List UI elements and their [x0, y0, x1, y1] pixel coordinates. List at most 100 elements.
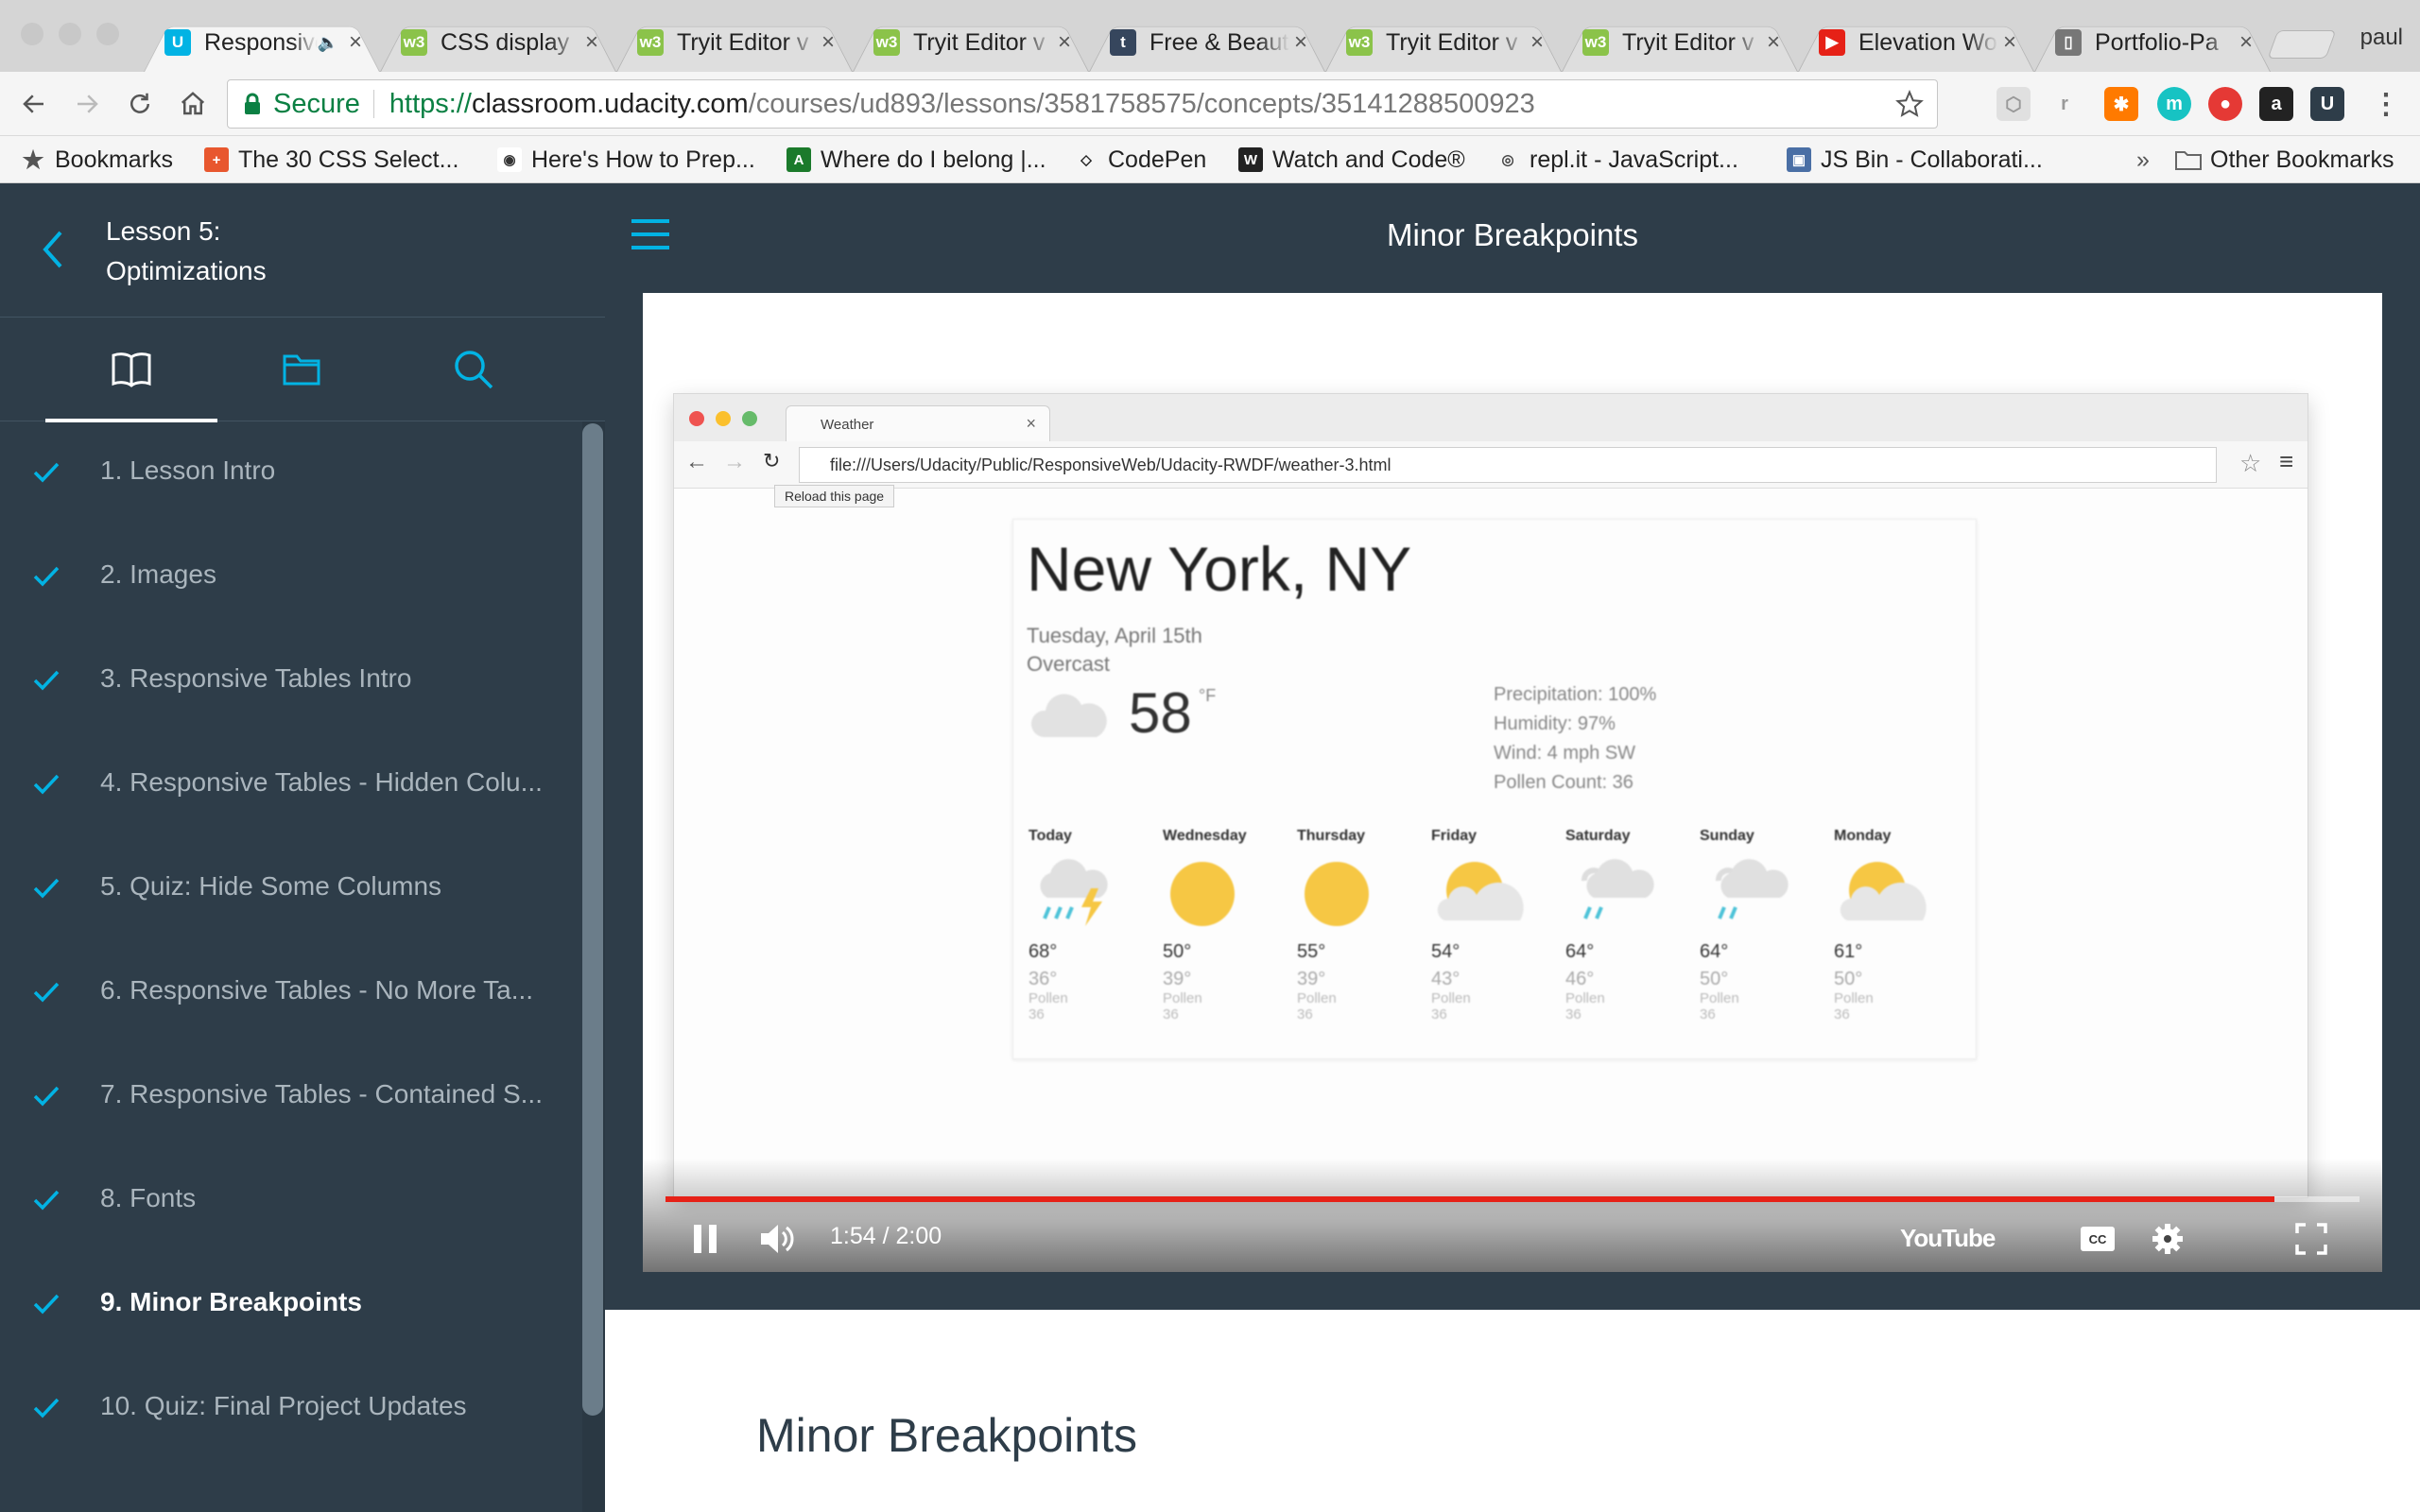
pause-button[interactable] — [686, 1215, 724, 1263]
browser-tab[interactable]: w3 Tryit Editor v × — [853, 13, 1089, 72]
video-progress-bar[interactable] — [666, 1196, 2360, 1202]
extension-r-icon[interactable]: r — [2048, 87, 2082, 121]
concept-item[interactable]: 4. Responsive Tables - Hidden Colu... — [0, 733, 582, 837]
forward-button[interactable] — [66, 83, 108, 125]
browser-tab[interactable]: w3 Tryit Editor v × — [616, 13, 853, 72]
bookmark-star-icon[interactable] — [1895, 90, 1924, 118]
reddit-icon: ◉ — [497, 147, 522, 172]
window-zoom-button[interactable] — [96, 23, 119, 45]
fullscreen-button[interactable] — [2288, 1215, 2335, 1263]
bookmark-item[interactable]: ◉ Here's How to Prep... — [497, 136, 755, 183]
close-icon[interactable]: × — [1289, 29, 1312, 56]
address-bar[interactable]: Secure https:// classroom.udacity.com /c… — [227, 79, 1938, 129]
close-icon[interactable]: × — [1762, 29, 1785, 56]
forecast-day-name: Friday — [1431, 828, 1478, 844]
video-yellow-dot — [716, 411, 731, 426]
concept-label: 5. Quiz: Hide Some Columns — [100, 871, 442, 901]
tab-title: Elevation Wo — [1858, 28, 1997, 56]
other-bookmarks-label: Other Bookmarks — [2210, 146, 2394, 173]
extension-udacity-icon[interactable]: U — [2310, 87, 2344, 121]
window-minimize-button[interactable] — [59, 23, 81, 45]
concept-item[interactable]: 1. Lesson Intro — [0, 421, 582, 525]
other-bookmarks-folder[interactable]: Other Bookmarks — [2174, 136, 2394, 183]
close-icon[interactable]: × — [580, 29, 603, 56]
extension-hex-icon[interactable]: ⬡ — [1996, 87, 2031, 121]
profile-name[interactable]: paul — [2360, 25, 2403, 51]
concept-item[interactable]: 2. Images — [0, 525, 582, 629]
sun-icon — [1170, 862, 1235, 926]
forecast-low: 39° — [1297, 969, 1326, 989]
volume-button[interactable] — [754, 1215, 802, 1263]
extension-hubspot-icon[interactable]: ✱ — [2104, 87, 2138, 121]
captions-button[interactable]: CC — [2074, 1215, 2121, 1263]
concept-item[interactable]: 10. Quiz: Final Project Updates — [0, 1357, 582, 1461]
concept-item[interactable]: 8. Fonts — [0, 1149, 582, 1253]
concept-item[interactable]: 6. Responsive Tables - No More Ta... — [0, 941, 582, 1045]
bookmark-item[interactable]: A Where do I belong |... — [786, 136, 1046, 183]
browser-tab[interactable]: ▯ Portfolio-Pa × — [2034, 13, 2271, 72]
browser-tab[interactable]: w3 CSS display × — [380, 13, 616, 72]
sidebar-scrollbar-thumb[interactable] — [582, 423, 603, 1416]
browser-tab[interactable]: U Responsive 🔈 × — [144, 13, 380, 72]
close-icon[interactable]: × — [2235, 29, 2257, 56]
reload-button[interactable] — [119, 83, 161, 125]
bookmarks-overflow-button[interactable]: » — [2136, 136, 2150, 183]
tumblr-icon: t — [1110, 29, 1136, 56]
forecast-pollen-value: 36 — [1163, 1006, 1179, 1022]
concept-item[interactable]: 3. Responsive Tables Intro — [0, 629, 582, 733]
forecast-icon-wrap — [1431, 854, 1545, 934]
forecast-day-name: Wednesday — [1163, 828, 1247, 844]
forecast-high: 64° — [1700, 941, 1729, 962]
concept-item[interactable]: 9. Minor Breakpoints — [0, 1253, 582, 1357]
tab-concepts[interactable] — [45, 318, 217, 422]
browser-tab[interactable]: w3 Tryit Editor v × — [1325, 13, 1562, 72]
browser-tab-strip: U Responsive 🔈 × w3 CSS display × w3 Tryit Edito… — [0, 0, 2420, 72]
forecast-low: 36° — [1028, 969, 1058, 989]
forecast-day: Friday 54° 43° Pollen 36 — [1431, 828, 1545, 1022]
video-player[interactable]: Weather × ← → ↻ file:///Users/Udacity/Pu… — [643, 293, 2382, 1272]
close-icon[interactable]: × — [1998, 29, 2021, 56]
window-close-button[interactable] — [21, 23, 43, 45]
video-red-dot — [689, 411, 704, 426]
checkmark-icon — [33, 670, 60, 691]
extension-m-icon[interactable]: m — [2157, 87, 2191, 121]
close-icon[interactable]: × — [344, 29, 367, 56]
home-button[interactable] — [172, 83, 214, 125]
lesson-title: Lesson 5: Optimizations — [106, 212, 267, 291]
concept-item[interactable]: 5. Quiz: Hide Some Columns — [0, 837, 582, 941]
forecast-day: Monday 61° 50° Pollen 36 — [1834, 828, 1947, 1022]
forecast-pollen-value: 36 — [1297, 1006, 1313, 1022]
browser-tab[interactable]: ▶ Elevation Wo × — [1798, 13, 2034, 72]
youtube-logo[interactable]: YouTube — [1900, 1224, 1996, 1253]
tab-search[interactable] — [388, 318, 560, 421]
sidebar-tabs — [0, 318, 605, 422]
bookmark-item[interactable]: W Watch and Code® — [1238, 136, 1465, 183]
url-divider — [372, 90, 374, 118]
browser-tab[interactable]: t Free & Beaut × — [1089, 13, 1325, 72]
close-icon[interactable]: × — [1053, 29, 1076, 56]
concept-label: 8. Fonts — [100, 1183, 197, 1212]
bookmark-item[interactable]: ◇ CodePen — [1074, 136, 1206, 183]
settings-button[interactable] — [2144, 1215, 2191, 1263]
bookmark-item[interactable]: + The 30 CSS Select... — [204, 136, 458, 183]
browser-tab[interactable]: w3 Tryit Editor v × — [1562, 13, 1798, 72]
speaker-icon[interactable]: 🔈 — [318, 33, 338, 53]
weather-wind: Wind: 4 mph SW — [1494, 743, 1636, 764]
close-icon[interactable]: × — [817, 29, 839, 56]
tab-title: Responsive — [204, 28, 318, 56]
concept-item[interactable]: 7. Responsive Tables - Contained S... — [0, 1045, 582, 1149]
back-button[interactable] — [13, 83, 55, 125]
chevron-left-icon[interactable] — [36, 227, 70, 272]
bookmark-item[interactable]: ◎ repl.it - JavaScript... — [1495, 136, 1737, 183]
tab-resources[interactable] — [216, 318, 388, 421]
forecast-low: 46° — [1565, 969, 1595, 989]
forecast-low: 50° — [1834, 969, 1863, 989]
bookmark-item[interactable]: ★ Bookmarks — [21, 136, 173, 183]
extension-amazon-icon[interactable]: a — [2259, 87, 2293, 121]
new-tab-button[interactable] — [2267, 30, 2337, 59]
extension-tomato-icon[interactable]: ● — [2208, 87, 2242, 121]
browser-menu-icon[interactable]: ⋮ — [2369, 87, 2403, 121]
sun-icon — [1305, 862, 1369, 926]
bookmark-item[interactable]: ▣ JS Bin - Collaborati... — [1787, 136, 2043, 183]
close-icon[interactable]: × — [1526, 29, 1548, 56]
